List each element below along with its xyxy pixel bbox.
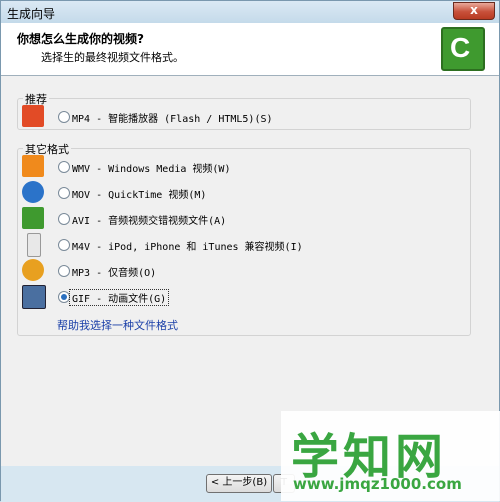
format-option-m4v[interactable]: M4V - iPod, iPhone 和 iTunes 兼容视频(I) (22, 233, 462, 257)
window-title: 生成向导 (7, 7, 56, 21)
page-subtitle: 选择生的最终视频文件格式。 (41, 51, 184, 64)
windows-media-icon (22, 155, 44, 177)
option-label: AVI - 音频视频交错视频文件(A) (72, 216, 227, 227)
radio-wmv[interactable] (58, 161, 70, 173)
back-button[interactable]: < 上一步(B) (206, 474, 272, 493)
radio-gif[interactable] (58, 291, 70, 303)
logo-letter: C (450, 32, 471, 63)
title-bar: 生成向导 x (1, 1, 499, 23)
option-label: MP3 - 仅音频(O) (72, 268, 157, 279)
option-label: MOV - QuickTime 视频(M) (72, 190, 207, 201)
wizard-body: 推荐 MP4 - 智能播放器 (Flash / HTML5)(S) 其它格式 W… (1, 76, 499, 466)
radio-mp4[interactable] (58, 111, 70, 123)
close-button[interactable]: x (453, 2, 495, 20)
option-label: MP4 - 智能播放器 (Flash / HTML5)(S) (72, 114, 273, 125)
gif-icon (22, 285, 46, 309)
watermark: 学知网 www.jmqz1000.com (281, 411, 500, 501)
radio-avi[interactable] (58, 213, 70, 225)
wizard-header: 你想怎么生成你的视频? 选择生的最终视频文件格式。 C (1, 23, 499, 76)
recommended-group: 推荐 MP4 - 智能播放器 (Flash / HTML5)(S) (17, 91, 471, 130)
camtasia-logo-icon: C (441, 27, 485, 71)
format-option-avi[interactable]: AVI - 音频视频交错视频文件(A) (22, 207, 462, 231)
option-label: GIF - 动画文件(G) (68, 289, 170, 306)
watermark-url: www.jmqz1000.com (293, 475, 462, 493)
option-label: WMV - Windows Media 视频(W) (72, 164, 231, 175)
format-option-mov[interactable]: MOV - QuickTime 视频(M) (22, 181, 462, 205)
radio-m4v[interactable] (58, 239, 70, 251)
format-option-gif[interactable]: GIF - 动画文件(G) (22, 285, 462, 309)
help-choose-format-link[interactable]: 帮助我选择一种文件格式 (57, 317, 178, 333)
radio-mov[interactable] (58, 187, 70, 199)
format-option-wmv[interactable]: WMV - Windows Media 视频(W) (22, 155, 462, 179)
wizard-window: 生成向导 x 你想怎么生成你的视频? 选择生的最终视频文件格式。 C 推荐 MP… (0, 0, 500, 502)
format-option-mp3[interactable]: MP3 - 仅音频(O) (22, 259, 462, 283)
mp3-icon (22, 259, 44, 281)
format-option-mp4[interactable]: MP4 - 智能播放器 (Flash / HTML5)(S) (22, 105, 462, 129)
avi-icon (22, 207, 44, 229)
quicktime-icon (22, 181, 44, 203)
radio-mp3[interactable] (58, 265, 70, 277)
option-label: M4V - iPod, iPhone 和 iTunes 兼容视频(I) (72, 242, 303, 253)
html5-icon (22, 105, 44, 127)
ipod-icon (27, 233, 41, 257)
other-formats-group: 其它格式 WMV - Windows Media 视频(W) MOV - Qui… (17, 141, 471, 336)
page-title: 你想怎么生成你的视频? (17, 32, 144, 46)
